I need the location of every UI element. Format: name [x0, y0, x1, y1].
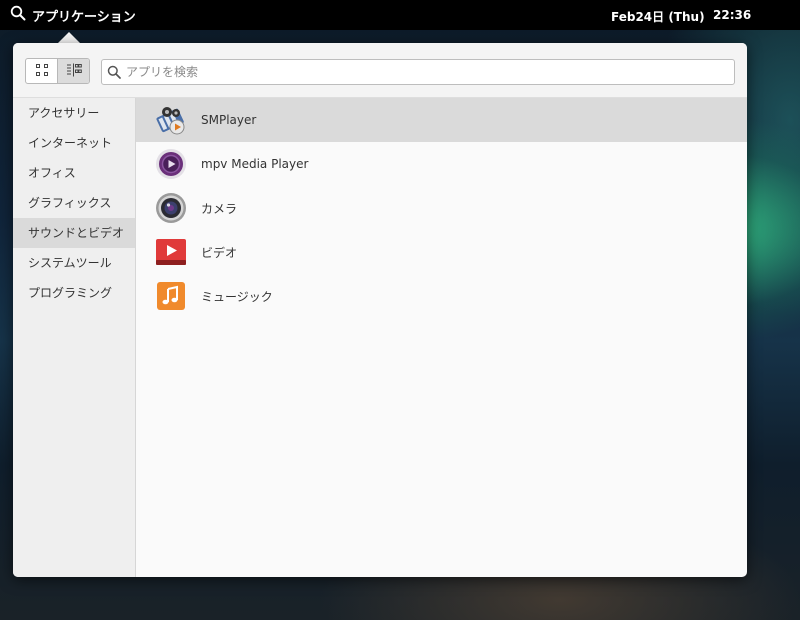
category-sound-and-video[interactable]: サウンドとビデオ: [13, 218, 135, 248]
category-view-button[interactable]: [57, 59, 89, 83]
search-icon: [102, 65, 126, 79]
app-item-camera[interactable]: カメラ: [136, 186, 747, 230]
smplayer-icon: [154, 103, 188, 137]
video-icon: [154, 235, 188, 269]
applications-menu-label: アプリケーション: [32, 9, 136, 25]
category-graphics[interactable]: グラフィックス: [13, 188, 135, 218]
grid-view-icon: [35, 62, 49, 81]
top-panel: アプリケーション Feb24日 (Thu) 22:36: [0, 0, 800, 30]
category-view-icon: [66, 62, 82, 81]
menu-header: [13, 43, 747, 98]
app-item-smplayer[interactable]: SMPlayer: [136, 98, 747, 142]
category-accessories[interactable]: アクセサリー: [13, 98, 135, 128]
app-item-mpv[interactable]: mpv Media Player: [136, 142, 747, 186]
music-icon: [154, 279, 188, 313]
camera-icon: [154, 191, 188, 225]
search-input[interactable]: [126, 61, 734, 83]
mpv-icon: [154, 147, 188, 181]
app-label: mpv Media Player: [201, 157, 309, 171]
category-internet[interactable]: インターネット: [13, 128, 135, 158]
category-programming[interactable]: プログラミング: [13, 278, 135, 308]
date-indicator[interactable]: Feb24日 (Thu): [611, 8, 705, 25]
app-label: ミュージック: [201, 289, 273, 304]
category-office[interactable]: オフィス: [13, 158, 135, 188]
applications-menu: アクセサリー インターネット オフィス グラフィックス サウンドとビデオ システ…: [13, 43, 747, 577]
app-label: カメラ: [201, 201, 238, 216]
category-system-tools[interactable]: システムツール: [13, 248, 135, 278]
app-label: SMPlayer: [201, 113, 257, 127]
menu-pointer-arrow: [58, 32, 80, 43]
category-sidebar: アクセサリー インターネット オフィス グラフィックス サウンドとビデオ システ…: [13, 98, 136, 577]
app-label: ビデオ: [201, 245, 238, 260]
app-item-video[interactable]: ビデオ: [136, 230, 747, 274]
search-icon: [10, 5, 26, 25]
applications-menu-button[interactable]: アプリケーション: [10, 0, 136, 30]
clock-indicator[interactable]: 22:36: [713, 8, 751, 22]
app-item-music[interactable]: ミュージック: [136, 274, 747, 318]
app-list: SMPlayer mpv Media Player カメラ ビデオ ミュージック: [136, 98, 747, 577]
view-switcher: [25, 58, 90, 84]
search-box[interactable]: [101, 59, 735, 85]
grid-view-button[interactable]: [26, 59, 57, 83]
